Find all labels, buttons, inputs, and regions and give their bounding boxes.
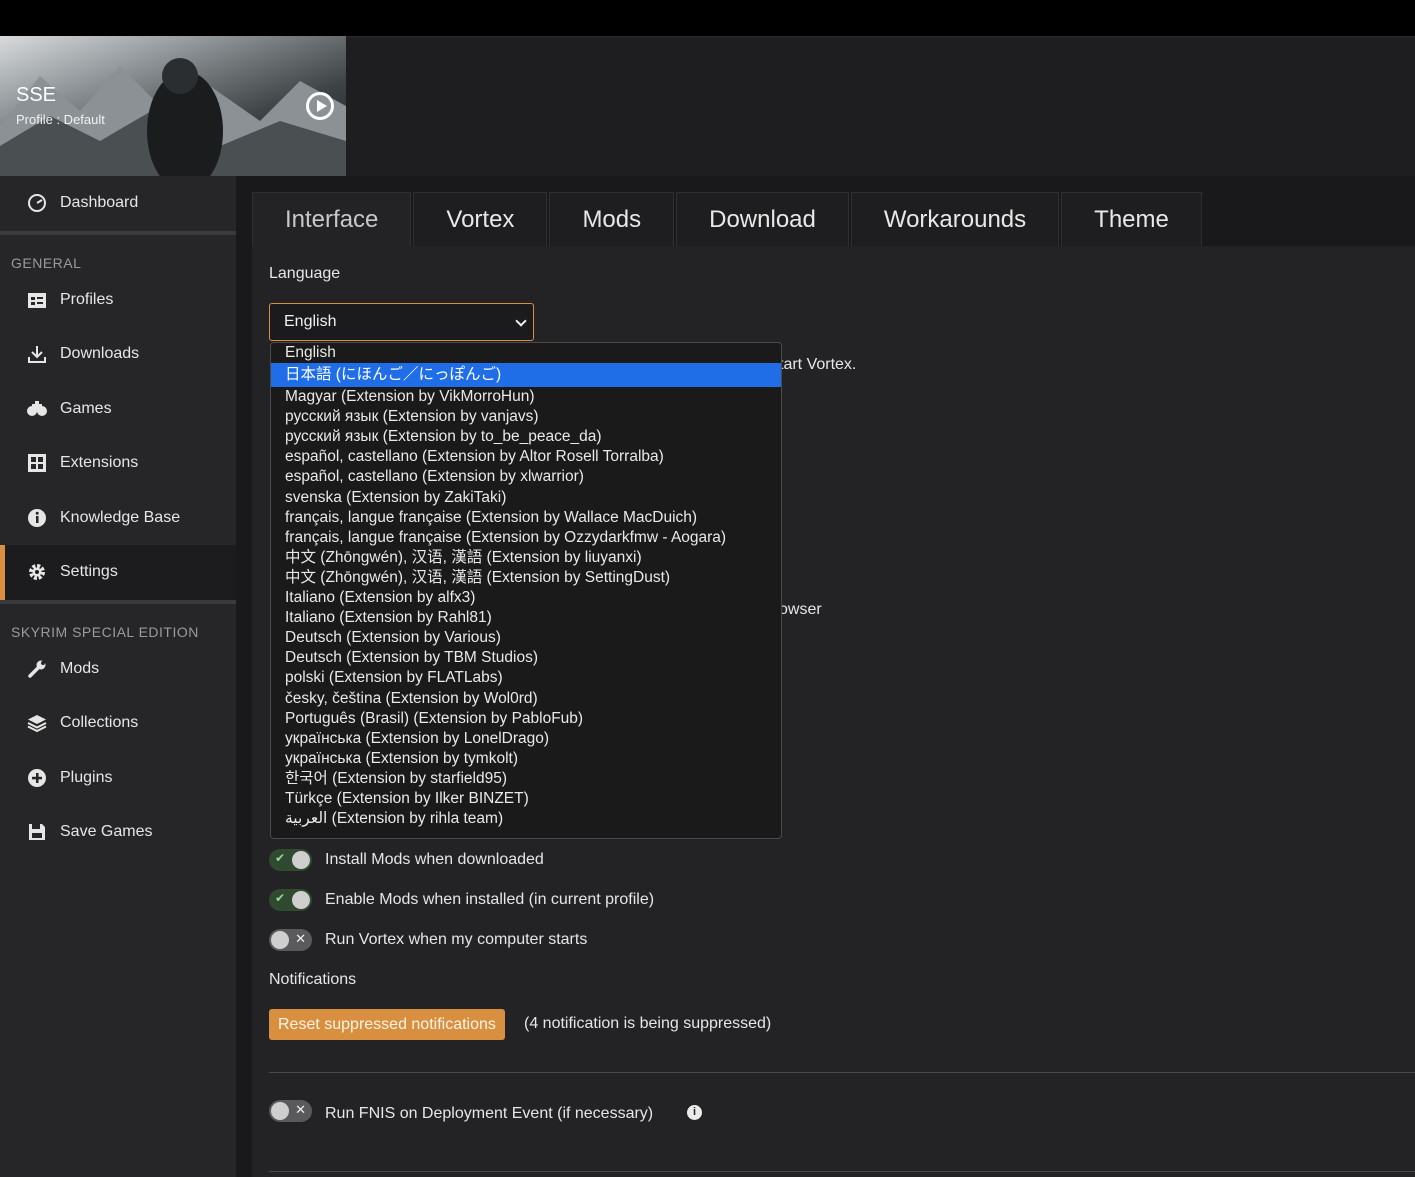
tab-theme[interactable]: Theme	[1061, 192, 1202, 246]
language-option[interactable]: español, castellano (Extension by Altor …	[271, 447, 781, 467]
sidebar-item-save-games[interactable]: Save Games	[0, 805, 236, 860]
sidebar-item-label: Settings	[60, 563, 118, 581]
sidebar-item-label: Knowledge Base	[60, 508, 181, 526]
tab-download[interactable]: Download	[676, 192, 849, 246]
wrench-icon	[26, 658, 48, 680]
install-mods-label: Install Mods when downloaded	[325, 851, 544, 868]
window-top-bar	[0, 0, 1415, 36]
tab-workarounds[interactable]: Workarounds	[850, 192, 1060, 246]
game-profile: Profile : Default	[16, 112, 105, 127]
gear-icon	[26, 561, 48, 583]
reset-notifications-button[interactable]: Reset suppressed notifications	[269, 1009, 505, 1040]
extensions-icon	[26, 452, 48, 474]
layers-icon	[26, 712, 48, 734]
language-option[interactable]: 日本語 (にほんご／にっぽんご)	[271, 363, 781, 388]
sidebar-item-games[interactable]: Games	[0, 382, 236, 437]
info-icon[interactable]: i	[687, 1105, 702, 1120]
restart-hint: tart Vortex.	[779, 356, 857, 373]
divider	[269, 1072, 1415, 1073]
sidebar-item-dashboard[interactable]: Dashboard	[0, 176, 236, 231]
sidebar-item-label: Mods	[60, 659, 100, 677]
info-icon	[26, 507, 48, 529]
sidebar-item-label: Profiles	[60, 290, 114, 308]
language-option[interactable]: العربية (Extension by rihla team)	[271, 809, 781, 829]
language-option[interactable]: polski (Extension by FLATLabs)	[271, 668, 781, 688]
language-option[interactable]: русский язык (Extension by to_be_peace_d…	[271, 427, 781, 447]
language-option[interactable]: 中文 (Zhōngwén), 汉语, 漢語 (Extension by liuy…	[271, 548, 781, 568]
language-label: Language	[269, 265, 341, 282]
language-option[interactable]: 한국어 (Extension by starfield95)	[271, 769, 781, 789]
sidebar-item-label: Collections	[60, 714, 139, 732]
browser-hint: owser	[779, 601, 822, 618]
sidebar-item-downloads[interactable]: Downloads	[0, 327, 236, 382]
language-option[interactable]: Italiano (Extension by Rahl81)	[271, 608, 781, 628]
chevron-down-icon	[515, 315, 527, 327]
language-option[interactable]: Türkçe (Extension by Ilker BINZET)	[271, 789, 781, 809]
run-vortex-label: Run Vortex when my computer starts	[325, 931, 588, 948]
play-icon[interactable]	[306, 92, 334, 120]
gamepad-icon	[26, 398, 48, 420]
language-option[interactable]: Deutsch (Extension by Various)	[271, 628, 781, 648]
plus-circle-icon	[26, 767, 48, 789]
enable-mods-toggle[interactable]	[269, 889, 312, 911]
sidebar-item-label: Save Games	[60, 823, 153, 841]
enable-mods-label: Enable Mods when installed (in current p…	[325, 891, 655, 908]
sidebar-section-game: SKYRIM SPECIAL EDITION	[0, 599, 236, 642]
language-option[interactable]: français, langue française (Extension by…	[271, 508, 781, 528]
sidebar-item-label: Games	[60, 399, 112, 417]
game-banner[interactable]: SSE Profile : Default	[0, 36, 346, 176]
sidebar-item-label: Downloads	[60, 345, 140, 363]
language-dropdown-list[interactable]: English 日本語 (にほんご／にっぽんご) Magyar (Extension…	[270, 342, 782, 839]
sidebar: SSE Profile : Default Dashboard GENERAL …	[0, 36, 346, 1177]
sidebar-nav: Dashboard GENERAL Profiles Downloads Gam…	[0, 176, 236, 860]
tab-interface[interactable]: Interface	[252, 192, 412, 246]
top-toolbar-area	[346, 36, 1415, 176]
language-option[interactable]: français, langue française (Extension by…	[271, 528, 781, 548]
suppressed-count-text: (4 notification is being suppressed)	[524, 1015, 772, 1032]
notifications-label: Notifications	[269, 971, 357, 988]
sidebar-item-profiles[interactable]: Profiles	[0, 273, 236, 328]
language-option[interactable]: svenska (Extension by ZakiTaki)	[271, 488, 781, 508]
language-option[interactable]: українська (Extension by LonelDrago)	[271, 729, 781, 749]
profiles-icon	[26, 289, 48, 311]
language-option[interactable]: Italiano (Extension by alfx3)	[271, 588, 781, 608]
language-option[interactable]: Deutsch (Extension by TBM Studios)	[271, 648, 781, 668]
fnis-toggle[interactable]	[269, 1100, 312, 1122]
sidebar-item-mods[interactable]: Mods	[0, 642, 236, 697]
sidebar-section-general: GENERAL	[0, 230, 236, 273]
language-option[interactable]: English	[271, 343, 781, 363]
sidebar-item-knowledge-base[interactable]: Knowledge Base	[0, 491, 236, 546]
game-title: SSE	[16, 84, 57, 106]
language-option[interactable]: Português (Brasil) (Extension by PabloFu…	[271, 709, 781, 729]
language-select[interactable]: English	[269, 303, 534, 341]
run-vortex-toggle[interactable]	[269, 929, 312, 951]
sidebar-item-collections[interactable]: Collections	[0, 696, 236, 751]
sidebar-item-plugins[interactable]: Plugins	[0, 751, 236, 806]
language-option[interactable]: русский язык (Extension by vanjavs)	[271, 407, 781, 427]
sidebar-item-settings[interactable]: Settings	[0, 545, 236, 600]
sidebar-item-label: Extensions	[60, 454, 139, 472]
settings-tabs: Interface Vortex Mods Download Workaroun…	[252, 192, 1204, 246]
sidebar-item-extensions[interactable]: Extensions	[0, 436, 236, 491]
language-select-value: English	[284, 313, 337, 330]
language-option[interactable]: español, castellano (Extension by xlwarr…	[271, 467, 781, 487]
tab-vortex[interactable]: Vortex	[413, 192, 548, 246]
download-icon	[26, 343, 48, 365]
tab-mods[interactable]: Mods	[549, 192, 675, 246]
divider	[269, 1171, 1415, 1172]
sidebar-item-label: Dashboard	[60, 194, 139, 212]
floppy-disk-icon	[26, 821, 48, 843]
language-option[interactable]: česky, čeština (Extension by Wol0rd)	[271, 689, 781, 709]
fnis-label: Run FNIS on Deployment Event (if necessa…	[325, 1105, 654, 1122]
language-option[interactable]: 中文 (Zhōngwén), 汉语, 漢語 (Extension by Sett…	[271, 568, 781, 588]
install-mods-toggle[interactable]	[269, 849, 312, 871]
sidebar-item-label: Plugins	[60, 768, 113, 786]
language-option[interactable]: Magyar (Extension by VikMorroHun)	[271, 387, 781, 407]
language-option[interactable]: українська (Extension by tymkolt)	[271, 749, 781, 769]
dashboard-icon	[26, 192, 48, 214]
